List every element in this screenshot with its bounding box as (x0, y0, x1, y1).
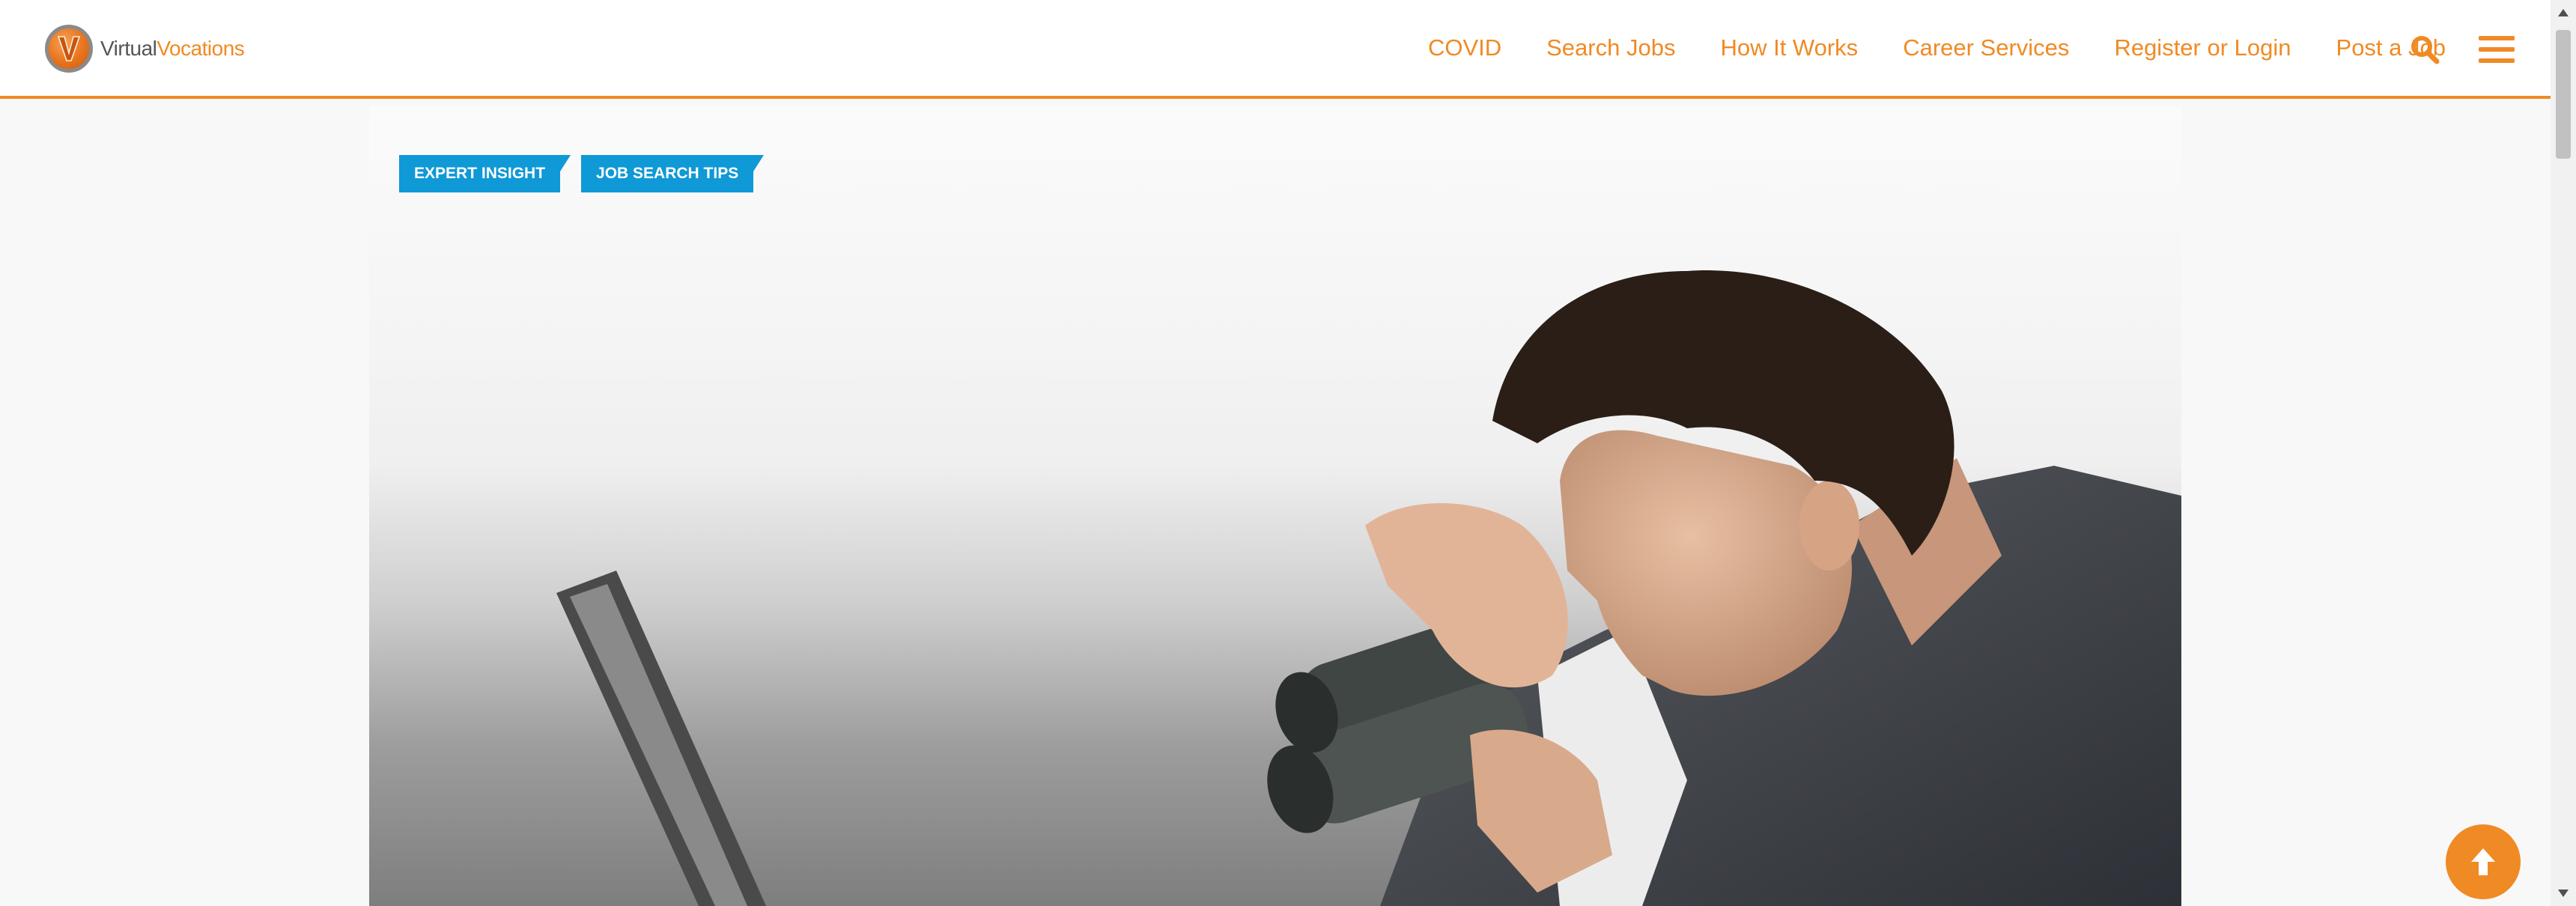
back-to-top-button[interactable] (2446, 824, 2521, 899)
hamburger-menu-icon[interactable] (2479, 36, 2515, 63)
logo-text-virtual: Virtual (100, 37, 157, 60)
scroll-up-arrow-icon[interactable] (2558, 9, 2569, 16)
scroll-thumb[interactable] (2556, 30, 2571, 159)
logo-v-mark (57, 36, 81, 61)
search-icon[interactable] (2410, 34, 2440, 64)
nav-register-login[interactable]: Register or Login (2114, 34, 2291, 61)
man-with-binoculars-image (556, 270, 2181, 906)
page-scrollbar[interactable] (2551, 0, 2576, 906)
logo-text: VirtualVocations (100, 37, 245, 61)
main-nav: COVID Search Jobs How It Works Career Se… (1383, 0, 2446, 96)
site-header: VirtualVocations COVID Search Jobs How I… (0, 0, 2551, 99)
category-tags: EXPERT INSIGHT JOB SEARCH TIPS (399, 155, 765, 192)
logo-badge-icon (45, 25, 93, 73)
tag-expert-insight[interactable]: EXPERT INSIGHT (399, 155, 571, 192)
nav-how-it-works[interactable]: How It Works (1720, 34, 1858, 61)
logo-text-vocations: Vocations (157, 37, 245, 60)
site-logo[interactable]: VirtualVocations (45, 22, 245, 75)
arrow-up-icon (2471, 848, 2495, 875)
hero-image: EXPERT INSIGHT JOB SEARCH TIPS (369, 106, 2181, 906)
tag-job-search-tips[interactable]: JOB SEARCH TIPS (581, 155, 765, 192)
scroll-down-arrow-icon[interactable] (2558, 890, 2569, 897)
nav-career-services[interactable]: Career Services (1903, 34, 2069, 61)
nav-search-jobs[interactable]: Search Jobs (1546, 34, 1675, 61)
nav-covid[interactable]: COVID (1428, 34, 1501, 61)
